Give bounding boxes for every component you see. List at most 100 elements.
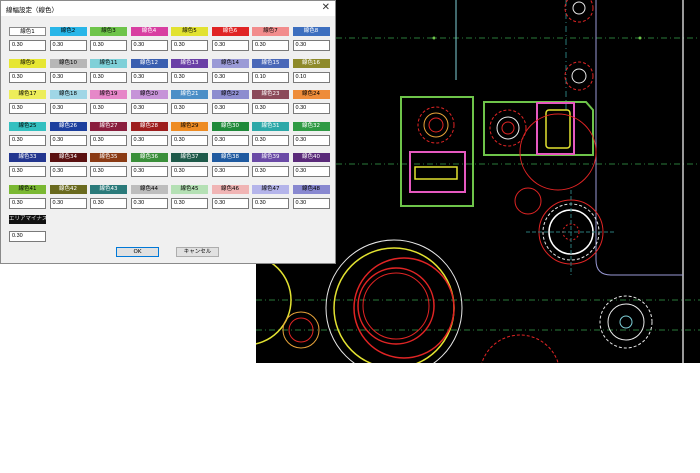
color-button[interactable]: 線色1	[9, 27, 46, 36]
color-button[interactable]: 線色17	[9, 90, 46, 99]
color-button[interactable]: 線色6	[211, 27, 249, 36]
color-button[interactable]: 線色22	[211, 90, 249, 99]
color-button[interactable]: 線色14	[211, 58, 249, 68]
line-width-input[interactable]: 0.30	[49, 134, 87, 146]
color-button[interactable]: 線色20	[130, 90, 168, 99]
line-width-input[interactable]: 0.30	[9, 103, 46, 114]
line-width-input[interactable]: 0.30	[252, 103, 289, 114]
color-button[interactable]: 線色28	[130, 121, 168, 131]
color-button[interactable]: 線色13	[171, 58, 208, 68]
color-button[interactable]: 線色12	[130, 58, 168, 68]
line-width-input[interactable]: 0.30	[49, 40, 87, 51]
line-width-input[interactable]: 0.30	[171, 103, 208, 114]
color-button[interactable]: 線色9	[9, 58, 46, 68]
color-button[interactable]: 線色46	[211, 184, 249, 194]
line-width-input[interactable]: 0.30	[252, 197, 289, 209]
color-button[interactable]: 線色41	[9, 184, 46, 194]
line-width-input[interactable]: 0.30	[171, 134, 208, 146]
color-button[interactable]: 線色37	[171, 153, 208, 162]
line-width-input[interactable]: 0.10	[252, 71, 289, 83]
line-width-input[interactable]: 0.30	[49, 103, 87, 114]
color-button[interactable]: 線色30	[211, 121, 249, 131]
line-width-input[interactable]: 0.30	[9, 134, 46, 146]
line-width-input[interactable]: 0.30	[292, 103, 330, 114]
line-width-input[interactable]: 0.30	[9, 40, 46, 51]
color-button[interactable]: 線色15	[252, 58, 289, 68]
color-button[interactable]: 線色24	[292, 90, 330, 99]
line-width-input[interactable]: 0.30	[211, 166, 249, 177]
color-button[interactable]: 線色43	[90, 184, 127, 194]
color-button[interactable]: 線色26	[49, 121, 87, 131]
line-width-input[interactable]: 0.30	[211, 197, 249, 209]
line-width-input[interactable]: 0.30	[211, 134, 249, 146]
line-width-input[interactable]: 0.30	[130, 71, 168, 83]
line-width-input[interactable]: 0.30	[49, 197, 87, 209]
line-width-input[interactable]: 0.30	[130, 134, 168, 146]
line-width-input[interactable]: 0.30	[90, 71, 127, 83]
line-width-input[interactable]: 0.30	[211, 103, 249, 114]
line-width-input[interactable]: 0.30	[49, 166, 87, 177]
line-width-input[interactable]: 0.30	[9, 71, 46, 83]
color-button[interactable]: 線色36	[130, 153, 168, 162]
color-button[interactable]: 線色4	[130, 27, 168, 36]
line-width-input[interactable]: 0.30	[292, 166, 330, 177]
line-width-input[interactable]: 0.30	[252, 40, 289, 51]
color-button[interactable]: 線色19	[90, 90, 127, 99]
color-button[interactable]: 線色48	[292, 184, 330, 194]
line-width-input[interactable]: 0.30	[130, 197, 168, 209]
line-width-input[interactable]: 0.30	[252, 134, 289, 146]
color-button[interactable]: 線色40	[292, 153, 330, 162]
line-width-input[interactable]: 0.30	[130, 166, 168, 177]
color-button[interactable]: 線色39	[252, 153, 289, 162]
color-button[interactable]: 線色3	[90, 27, 127, 36]
line-width-input[interactable]: 0.30	[90, 197, 127, 209]
line-width-input[interactable]: 0.30	[130, 103, 168, 114]
color-button[interactable]: 線色34	[49, 153, 87, 162]
line-width-input[interactable]: 0.30	[9, 166, 46, 177]
color-button[interactable]: 線色44	[130, 184, 168, 194]
line-width-input[interactable]: 0.30	[171, 71, 208, 83]
color-button[interactable]: 線色23	[252, 90, 289, 99]
color-button[interactable]: 線色38	[211, 153, 249, 162]
line-width-input[interactable]: 0.30	[90, 134, 127, 146]
line-width-input[interactable]: 0.30	[171, 166, 208, 177]
line-width-input[interactable]: 0.30	[211, 71, 249, 83]
cancel-button[interactable]: キャンセル	[176, 247, 219, 257]
color-button[interactable]: 線色8	[292, 27, 330, 36]
line-width-input[interactable]: 0.30	[252, 166, 289, 177]
color-button[interactable]: 線色45	[171, 184, 208, 194]
line-width-input[interactable]: 0.30	[90, 103, 127, 114]
color-button[interactable]: 線色21	[171, 90, 208, 99]
color-button[interactable]: 線色10	[49, 58, 87, 68]
line-width-input[interactable]: 0.30	[171, 197, 208, 209]
color-button[interactable]: 線色31	[252, 121, 289, 131]
line-width-input[interactable]: 0.30	[171, 40, 208, 51]
color-button[interactable]: 線色32	[292, 121, 330, 131]
line-width-input[interactable]: 0.30	[130, 40, 168, 51]
area-minus-color-button[interactable]: エリアマイナス色	[9, 215, 46, 224]
line-width-input[interactable]: 0.30	[292, 40, 330, 51]
line-width-input[interactable]: 0.10	[292, 71, 330, 83]
line-width-input[interactable]: 0.30	[49, 71, 87, 83]
line-width-input[interactable]: 0.30	[9, 197, 46, 209]
color-button[interactable]: 線色29	[171, 121, 208, 131]
color-button[interactable]: 線色16	[292, 58, 330, 68]
color-button[interactable]: 線色27	[90, 121, 127, 131]
color-button[interactable]: 線色18	[49, 90, 87, 99]
color-button[interactable]: 線色11	[90, 58, 127, 68]
line-width-input[interactable]: 0.30	[292, 134, 330, 146]
color-button[interactable]: 線色42	[49, 184, 87, 194]
color-button[interactable]: 線色47	[252, 184, 289, 194]
area-minus-width-input[interactable]: 0.30	[9, 231, 46, 242]
color-button[interactable]: 線色7	[252, 27, 289, 36]
line-width-input[interactable]: 0.30	[90, 166, 127, 177]
color-button[interactable]: 線色2	[49, 27, 87, 36]
color-button[interactable]: 線色25	[9, 121, 46, 131]
color-button[interactable]: 線色35	[90, 153, 127, 162]
ok-button[interactable]: OK	[116, 247, 159, 257]
line-width-input[interactable]: 0.30	[211, 40, 249, 51]
line-width-input[interactable]: 0.30	[90, 40, 127, 51]
color-button[interactable]: 線色5	[171, 27, 208, 36]
close-icon[interactable]: ✕	[322, 2, 330, 14]
color-button[interactable]: 線色33	[9, 153, 46, 162]
